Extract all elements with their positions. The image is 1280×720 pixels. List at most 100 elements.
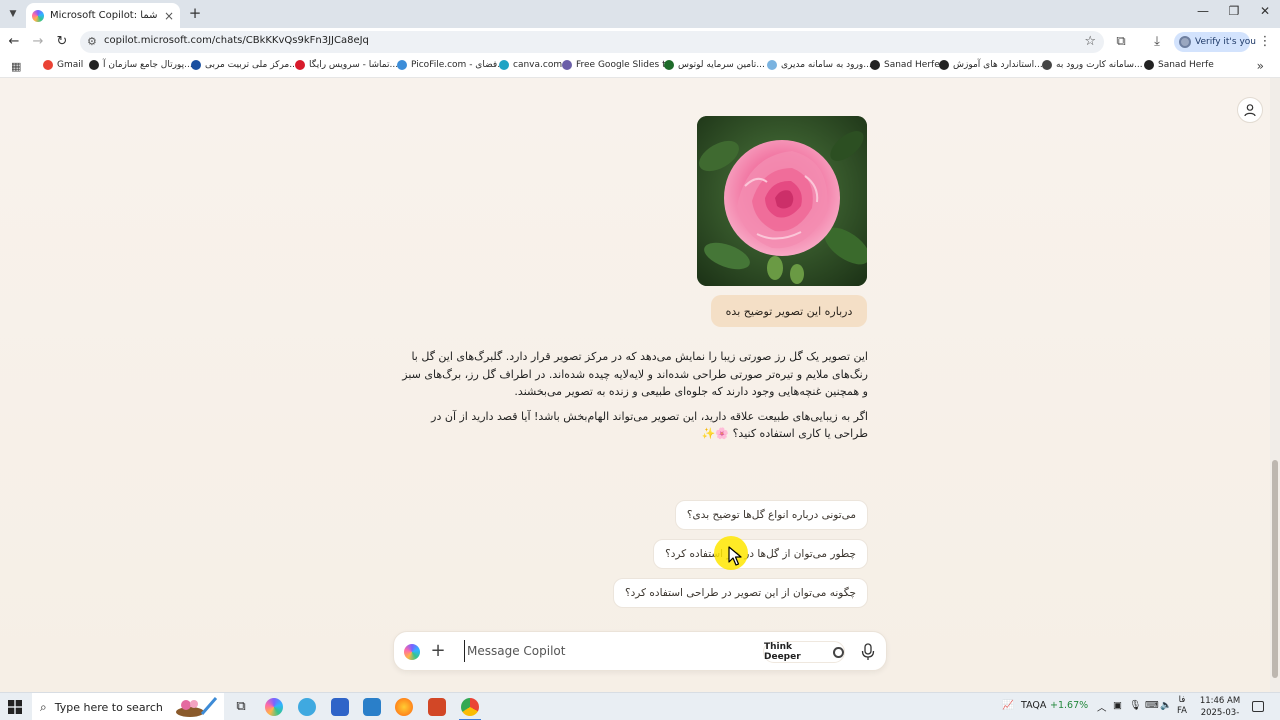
bookmark-item[interactable]: پورتال جامع سازمان آ... [89, 60, 193, 70]
powerpoint-icon[interactable] [428, 698, 446, 716]
file-explorer-icon[interactable] [363, 698, 381, 716]
bookmark-item[interactable]: مرکز ملی تربیت مربی... [191, 60, 298, 70]
clock-time: 11:46 AM [1199, 696, 1241, 706]
profile-button[interactable]: Verify it's you [1174, 32, 1256, 52]
bookmark-item[interactable]: Sanad Herfe [1144, 60, 1214, 70]
bookmark-label: مرکز ملی تربیت مربی... [205, 60, 298, 70]
forward-arrow-icon[interactable]: → [29, 33, 47, 51]
copilot-app-icon[interactable] [265, 698, 283, 716]
bookmark-item[interactable]: سامانه کارت ورود به... [1042, 60, 1143, 70]
bookmark-item[interactable]: استاندارد های آموزش... [939, 60, 1043, 70]
reload-icon[interactable]: ↻ [53, 33, 71, 51]
volume-icon[interactable]: 🔈 [1160, 700, 1172, 711]
tab-bar: ▼ Microsoft Copilot: دستیار هوش مصنوعی ش… [0, 0, 1280, 28]
uploaded-rose-image[interactable] [697, 116, 867, 286]
suggestion-chip-image-in-design[interactable]: چگونه می‌توان از این تصویر در طراحی استف… [613, 578, 868, 608]
task-view-icon[interactable]: ⧉ [232, 698, 250, 716]
minimize-button[interactable]: — [1188, 4, 1218, 18]
bookmark-favicon-icon [397, 60, 407, 70]
stock-ticker[interactable]: TAQA [1021, 700, 1046, 711]
bookmark-label: سامانه کارت ورود به... [1056, 60, 1143, 70]
bookmark-label: Sanad Herfe [884, 60, 940, 70]
system-clock[interactable]: 11:46 AM 2025-03-12 [1196, 695, 1244, 720]
stock-chart-icon: 📈 [1002, 700, 1014, 711]
taskbar-search-placeholder: Type here to search [54, 700, 163, 714]
firefox-icon[interactable] [395, 698, 413, 716]
bookmark-item[interactable]: تامین سرمایه لوتوس... [664, 60, 765, 70]
windows-taskbar: ⌕ Type here to search ⧉ 📈 TAQA +1.67% ︿ … [0, 692, 1280, 720]
bookmark-label: تماشا - سرویس رایگا... [309, 60, 399, 70]
bookmark-item[interactable]: Gmail [43, 60, 83, 70]
copilot-logo-icon[interactable] [404, 644, 420, 660]
bookmark-item[interactable]: canva.com [499, 60, 562, 70]
chrome-icon[interactable] [461, 698, 479, 716]
message-input[interactable] [464, 640, 754, 662]
extensions-icon[interactable]: ⧉ [1112, 33, 1130, 51]
tab-copilot[interactable]: Microsoft Copilot: دستیار هوش مصنوعی شما… [26, 3, 180, 28]
back-arrow-icon[interactable]: ← [5, 33, 23, 51]
tray-device-icon[interactable]: ▣ [1113, 700, 1122, 711]
browser-menu-icon[interactable]: ⋮ [1256, 33, 1274, 51]
bookmark-item[interactable]: Free Google Slides t... [562, 60, 674, 70]
edge-browser-icon[interactable] [298, 698, 316, 716]
bookmark-favicon-icon [191, 60, 201, 70]
think-deeper-label: Think Deeper [764, 642, 801, 662]
bookmark-label: canva.com [513, 60, 563, 70]
notification-center-icon[interactable] [1252, 701, 1264, 712]
bookmark-item[interactable]: ورود به سامانه مدیری... [767, 60, 872, 70]
message-composer: + Think Deeper [393, 631, 887, 671]
site-info-icon[interactable]: ⚙ [87, 35, 97, 48]
windows-start-icon[interactable] [8, 700, 22, 714]
reply-paragraph: این تصویر یک گل رز صورتی زیبا را نمایش م… [402, 350, 868, 398]
language-code: FA [1177, 706, 1187, 716]
bookmark-favicon-icon [939, 60, 949, 70]
add-attachment-icon[interactable]: + [430, 640, 446, 662]
bookmark-favicon-icon [664, 60, 674, 70]
suggestion-chip-flower-types[interactable]: می‌تونی درباره انواع گل‌ها توضیح بدی؟ [674, 500, 868, 530]
download-icon[interactable]: ⤓ [1148, 33, 1166, 51]
think-deeper-button[interactable]: Think Deeper [763, 641, 845, 663]
bookmark-label: Free Google Slides t... [576, 60, 675, 70]
bookmark-favicon-icon [1042, 60, 1052, 70]
tray-chevron-icon[interactable]: ︿ [1097, 700, 1107, 714]
tab-close-icon[interactable]: × [164, 9, 174, 23]
tab-search-icon[interactable]: ▼ [4, 5, 22, 23]
bookmark-item[interactable]: تماشا - سرویس رایگا... [295, 60, 398, 70]
browser-toolbar: ← → ↻ ⚙ copilot.microsoft.com/chats/CBkK… [0, 28, 1280, 56]
url-text[interactable]: copilot.microsoft.com/chats/CBkKKvQs9kFn… [104, 35, 369, 46]
bookmark-star-icon[interactable]: ☆ [1084, 34, 1096, 49]
search-icon: ⌕ [40, 699, 47, 714]
bookmark-label: ورود به سامانه مدیری... [781, 60, 872, 70]
tray-mic-icon[interactable]: 🎙 [1129, 700, 1141, 711]
network-icon[interactable]: ⌨ [1145, 700, 1159, 711]
maximize-button[interactable]: ❐ [1219, 4, 1249, 18]
bookmark-item[interactable]: Sanad Herfe [870, 60, 940, 70]
scrollbar-thumb[interactable] [1272, 460, 1278, 678]
new-tab-button[interactable]: + [186, 5, 204, 23]
bookmark-label: PicoFile.com - فضای... [411, 60, 506, 70]
pink-rose-picture [697, 116, 867, 286]
word-app-icon[interactable] [331, 698, 349, 716]
bookmark-label: تامین سرمایه لوتوس... [678, 60, 765, 70]
account-button[interactable] [1237, 97, 1263, 123]
bookmark-favicon-icon [1144, 60, 1154, 70]
suggestion-chip-flowers-in-art[interactable]: چطور می‌توان از گل‌ها در هنر استفاده کرد… [653, 539, 868, 569]
clock-date: 2025-03-12 [1200, 708, 1240, 718]
bookmark-favicon-icon [870, 60, 880, 70]
copilot-reply: این تصویر یک گل رز صورتی زیبا را نمایش م… [402, 348, 868, 443]
page-scrollbar[interactable] [1270, 78, 1280, 692]
reply-paragraph: اگر به زیبایی‌های طبیعت علاقه دارید، این… [431, 409, 868, 441]
think-deeper-icon [833, 646, 844, 658]
copilot-favicon-icon [32, 9, 44, 22]
microphone-icon[interactable] [860, 642, 876, 662]
close-window-button[interactable]: ✕ [1250, 4, 1280, 18]
apps-grid-icon[interactable]: ▦ [11, 60, 21, 73]
address-bar[interactable]: ⚙ copilot.microsoft.com/chats/CBkKKvQs9k… [80, 31, 1104, 53]
bookmark-favicon-icon [295, 60, 305, 70]
bookmark-label: استاندارد های آموزش... [953, 60, 1043, 70]
more-bookmarks-icon[interactable]: » [1257, 59, 1264, 73]
bookmark-favicon-icon [499, 60, 509, 70]
language-indicator[interactable]: فا FA [1177, 695, 1187, 717]
bookmark-item[interactable]: PicoFile.com - فضای... [397, 60, 506, 70]
bookmark-favicon-icon [89, 60, 99, 70]
